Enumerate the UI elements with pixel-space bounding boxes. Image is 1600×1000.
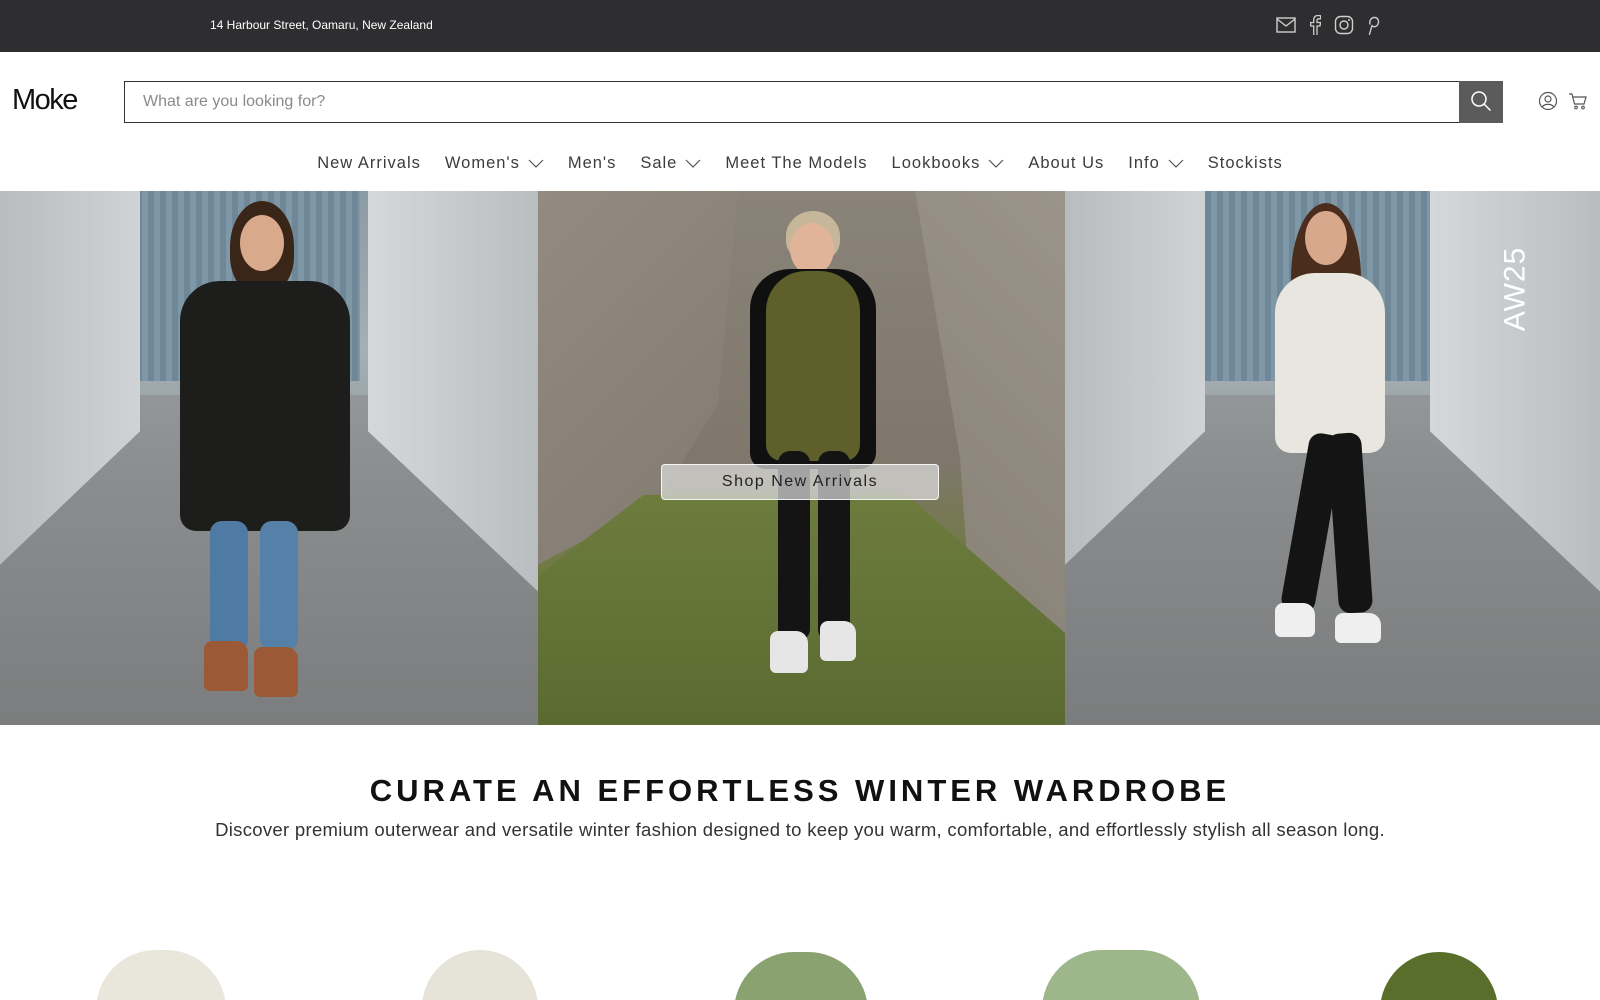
header-actions xyxy=(1538,91,1588,111)
mail-icon[interactable] xyxy=(1276,14,1296,36)
hero-image-left xyxy=(0,191,538,725)
cart-icon[interactable] xyxy=(1568,91,1588,111)
product-image xyxy=(96,950,226,1000)
account-icon[interactable] xyxy=(1538,91,1558,111)
store-address: 14 Harbour Street, Oamaru, New Zealand xyxy=(210,18,433,32)
brand-logo[interactable]: Moke xyxy=(12,84,78,117)
product-card[interactable] xyxy=(410,948,550,1000)
product-image xyxy=(734,952,868,1000)
shop-new-arrivals-button[interactable]: Shop New Arrivals xyxy=(661,464,939,500)
chevron-down-icon xyxy=(685,159,701,168)
main-nav: New Arrivals Women's Men's Sale Meet The… xyxy=(0,148,1600,178)
chevron-down-icon xyxy=(1168,159,1184,168)
season-label: AW25 xyxy=(1498,246,1531,332)
model-figure xyxy=(1255,203,1405,703)
hero-image-center xyxy=(538,191,1065,725)
chevron-down-icon xyxy=(988,159,1004,168)
product-image xyxy=(422,950,538,1000)
nav-womens[interactable]: Women's xyxy=(433,154,556,173)
product-image xyxy=(1042,950,1200,1000)
section-headline: CURATE AN EFFORTLESS WINTER WARDROBE xyxy=(369,773,1231,808)
nav-meet-the-models[interactable]: Meet The Models xyxy=(713,154,879,173)
product-card[interactable] xyxy=(726,948,876,1000)
nav-sale[interactable]: Sale xyxy=(628,154,713,173)
nav-stockists[interactable]: Stockists xyxy=(1196,154,1295,173)
facebook-icon[interactable] xyxy=(1305,14,1325,36)
model-figure xyxy=(170,201,370,721)
search-bar xyxy=(124,81,1503,123)
product-card[interactable] xyxy=(86,948,236,1000)
social-links xyxy=(1276,14,1383,36)
section-description: Discover premium outerwear and versatile… xyxy=(215,819,1385,840)
pinterest-icon[interactable] xyxy=(1363,14,1383,36)
model-figure xyxy=(738,211,888,711)
product-card[interactable] xyxy=(1036,948,1206,1000)
search-button[interactable] xyxy=(1459,81,1503,123)
search-input[interactable] xyxy=(124,81,1459,123)
hero-banner[interactable] xyxy=(0,191,1600,725)
chevron-down-icon xyxy=(528,159,544,168)
product-card[interactable] xyxy=(1374,948,1504,1000)
instagram-icon[interactable] xyxy=(1334,14,1354,36)
nav-info[interactable]: Info xyxy=(1116,154,1196,173)
search-icon xyxy=(1470,90,1492,115)
nav-mens[interactable]: Men's xyxy=(556,154,629,173)
nav-about-us[interactable]: About Us xyxy=(1016,154,1116,173)
product-image xyxy=(1380,952,1498,1000)
nav-new-arrivals[interactable]: New Arrivals xyxy=(305,154,433,173)
top-bar: 14 Harbour Street, Oamaru, New Zealand xyxy=(0,0,1600,52)
nav-lookbooks[interactable]: Lookbooks xyxy=(880,154,1017,173)
